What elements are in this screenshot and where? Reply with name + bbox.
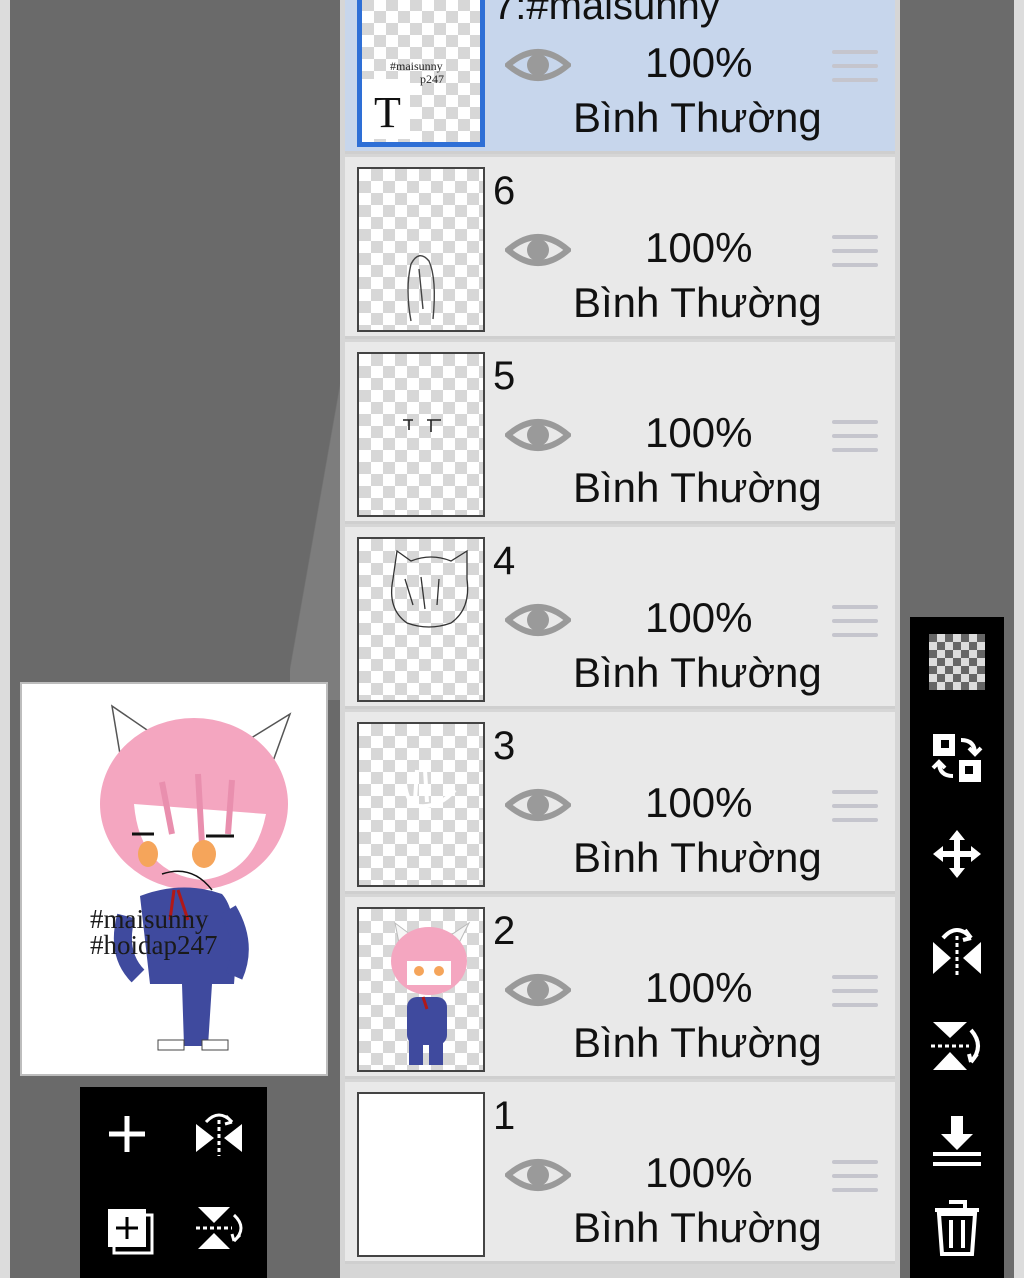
layer-panel: #maisunny p247 T 7:#maisunny 100% Bình T… <box>340 0 900 1278</box>
layer-opacity[interactable]: 100% <box>645 227 752 269</box>
layer-opacity[interactable]: 100% <box>645 1152 752 1194</box>
layer-blend-mode[interactable]: Bình Thường <box>573 1207 822 1249</box>
drag-handle-icon[interactable] <box>832 605 878 639</box>
layer-thumbnail <box>357 537 485 702</box>
drag-handle-icon[interactable] <box>832 1160 878 1194</box>
layer-opacity[interactable]: 100% <box>645 782 752 824</box>
layer-name: 2 <box>493 909 516 953</box>
layer-blend-mode[interactable]: Bình Thường <box>573 1022 822 1064</box>
drag-handle-icon[interactable] <box>832 50 878 84</box>
layer-row-2[interactable]: 2 100% Bình Thường <box>345 897 895 1079</box>
transparency-checker-icon[interactable] <box>924 629 990 695</box>
screen-edge-right <box>1014 0 1024 1278</box>
drag-handle-icon[interactable] <box>832 235 878 269</box>
layer-row-6[interactable]: 6 100% Bình Thường <box>345 157 895 339</box>
canvas-preview[interactable]: #maisunny #hoidap247 <box>20 682 328 1076</box>
eye-icon[interactable] <box>505 782 571 828</box>
preview-text-line2: #hoidap247 <box>90 930 218 960</box>
layer-name: 6 <box>493 169 516 213</box>
eye-icon[interactable] <box>505 597 571 643</box>
trash-icon[interactable] <box>924 1195 990 1261</box>
layer-name: 4 <box>493 539 516 583</box>
preview-text-line1: #maisunny <box>90 904 209 934</box>
layer-thumbnail <box>357 167 485 332</box>
preview-watermark: #maisunny #hoidap247 <box>90 904 218 960</box>
layer-blend-mode[interactable]: Bình Thường <box>573 467 822 509</box>
text-layer-glyph: T <box>374 88 401 137</box>
thumb-text-sub: p247 <box>420 72 444 86</box>
text-layer-badge: T <box>362 79 410 139</box>
flip-vertical-icon[interactable] <box>924 1013 990 1079</box>
eye-icon[interactable] <box>505 227 571 273</box>
eye-icon[interactable] <box>505 42 571 88</box>
layer-thumbnail: #maisunny p247 T <box>357 0 485 147</box>
layer-tools-toolbar <box>910 617 1004 1278</box>
add-layer-icon[interactable] <box>92 1099 162 1169</box>
layer-name: 5 <box>493 354 516 398</box>
layer-thumbnail <box>357 352 485 517</box>
layer-thumbnail <box>357 722 485 887</box>
layer-opacity[interactable]: 100% <box>645 42 752 84</box>
move-icon[interactable] <box>924 821 990 887</box>
drag-handle-icon[interactable] <box>832 790 878 824</box>
flip-vertical-icon[interactable] <box>184 1193 254 1263</box>
layer-blend-mode[interactable]: Bình Thường <box>573 837 822 879</box>
add-copy-layer-icon[interactable] <box>92 1193 162 1263</box>
layer-blend-mode[interactable]: Bình Thường <box>573 97 822 139</box>
drag-handle-icon[interactable] <box>832 420 878 454</box>
layer-row-5[interactable]: 5 100% Bình Thường <box>345 342 895 524</box>
layer-row-3[interactable]: 3 100% Bình Thường <box>345 712 895 894</box>
character-illustration <box>100 704 292 1051</box>
layer-blend-mode[interactable]: Bình Thường <box>573 652 822 694</box>
eye-icon[interactable] <box>505 1152 571 1198</box>
merge-down-icon[interactable] <box>924 1107 990 1173</box>
layer-opacity[interactable]: 100% <box>645 967 752 1009</box>
swap-layer-icon[interactable] <box>924 725 990 791</box>
layer-actions-toolbar <box>80 1087 267 1278</box>
layer-thumbnail <box>357 907 485 1072</box>
layer-opacity[interactable]: 100% <box>645 597 752 639</box>
layer-row-4[interactable]: 4 100% Bình Thường <box>345 527 895 709</box>
screen-edge-left <box>0 0 10 1278</box>
layer-row-7[interactable]: #maisunny p247 T 7:#maisunny 100% Bình T… <box>345 0 895 154</box>
layer-thumbnail <box>357 1092 485 1257</box>
layer-opacity[interactable]: 100% <box>645 412 752 454</box>
eye-icon[interactable] <box>505 967 571 1013</box>
layer-name: 3 <box>493 724 516 768</box>
eye-icon[interactable] <box>505 412 571 458</box>
flip-horizontal-icon[interactable] <box>924 917 990 983</box>
drag-handle-icon[interactable] <box>832 975 878 1009</box>
layer-name: 7:#maisunny <box>493 0 720 28</box>
flip-horizontal-icon[interactable] <box>184 1099 254 1169</box>
layer-name: 1 <box>493 1094 516 1138</box>
layer-row-1[interactable]: 1 100% Bình Thường <box>345 1082 895 1264</box>
layer-blend-mode[interactable]: Bình Thường <box>573 282 822 324</box>
